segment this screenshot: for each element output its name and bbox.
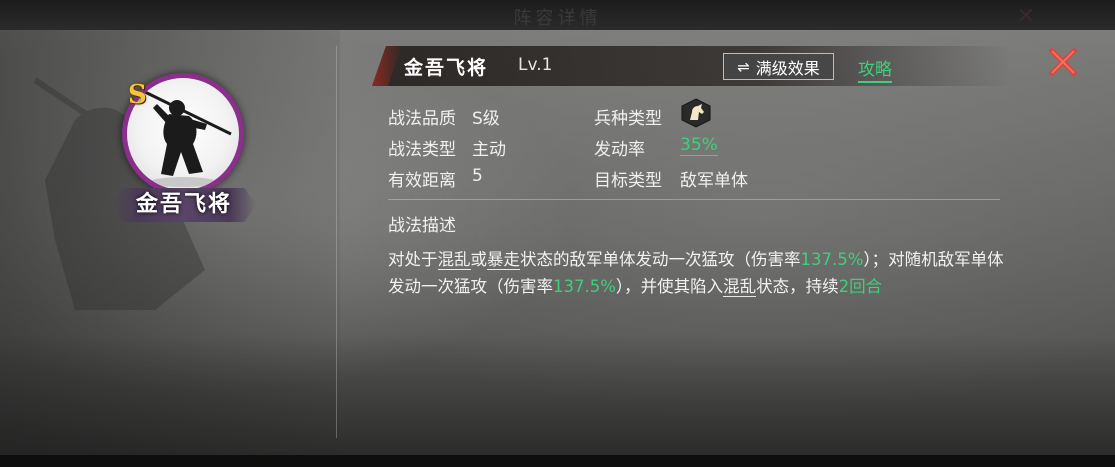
desc-term-chaos: 混乱 xyxy=(723,277,757,297)
trigger-rate-value: 35% xyxy=(680,135,718,156)
range-label: 有效距离 xyxy=(388,171,456,191)
desc-segment: ），并使其陷入 xyxy=(615,277,724,296)
guide-link[interactable]: 攻略 xyxy=(858,55,892,83)
vertical-divider xyxy=(336,46,337,438)
range-value: 5 xyxy=(472,166,483,186)
faded-page-title: 阵容详情 xyxy=(513,8,602,29)
swap-arrows-icon: ⇌ xyxy=(737,57,750,76)
target-type-value: 敌军单体 xyxy=(680,171,748,191)
desc-damage-rate: 137.5% xyxy=(800,250,864,269)
skill-type-value: 主动 xyxy=(472,140,506,160)
max-level-effect-button[interactable]: ⇌ 满级效果 xyxy=(723,53,834,80)
skill-type-label: 战法类型 xyxy=(388,140,456,160)
desc-segment: 状态的敌军单体发动一次猛攻（伤害率 xyxy=(520,250,801,269)
close-icon[interactable] xyxy=(1046,45,1080,79)
target-type-label: 目标类型 xyxy=(594,171,662,191)
desc-damage-rate: 137.5% xyxy=(553,277,616,296)
desc-segment: 或 xyxy=(470,250,488,269)
trigger-rate-label: 发动率 xyxy=(594,140,645,160)
rank-badge: S xyxy=(128,80,147,110)
portrait-name: 金吾飞将 xyxy=(135,192,232,217)
faded-close-icon: ✕ xyxy=(1016,4,1035,29)
top-strip: 阵容详情 ✕ xyxy=(0,0,1115,30)
bottom-strip xyxy=(0,455,1115,467)
skill-name: 金吾飞将 xyxy=(404,57,489,79)
skill-level: Lv.1 xyxy=(518,55,553,75)
unit-type-label: 兵种类型 xyxy=(594,109,662,129)
desc-term-rampage: 暴走 xyxy=(487,250,520,270)
desc-segment: 对处于 xyxy=(388,250,438,269)
section-divider xyxy=(388,199,1000,200)
desc-term-chaos: 混乱 xyxy=(437,250,471,270)
desc-duration: 2回合 xyxy=(838,277,883,296)
fog-overlay-bottom xyxy=(0,335,1115,455)
cavalry-horse-icon xyxy=(681,98,711,128)
desc-segment: 状态，持续 xyxy=(756,277,839,296)
quality-label: 战法品质 xyxy=(388,109,456,129)
quality-value: S级 xyxy=(472,109,500,129)
description-heading: 战法描述 xyxy=(388,216,456,236)
skill-description: 对处于混乱或暴走状态的敌军单体发动一次猛攻（伤害率137.5%）；对随机敌军单体… xyxy=(388,246,1008,300)
max-level-effect-label: 满级效果 xyxy=(755,58,820,78)
